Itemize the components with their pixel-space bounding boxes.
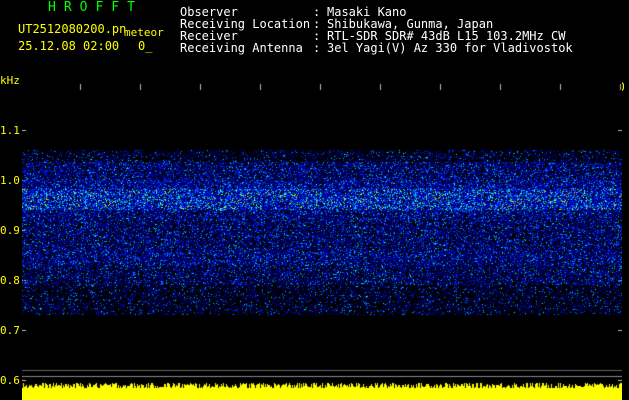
y-tick-label: 0.8 <box>0 274 20 287</box>
info-colon: : <box>313 41 321 55</box>
y-tick-label: 1.1 <box>0 124 20 137</box>
y-axis-unit: kHz <box>0 74 20 87</box>
meteor-count: 0_ <box>138 39 153 53</box>
file-name: UT2512080200.pn <box>18 22 127 36</box>
spectrogram-canvas <box>22 70 622 400</box>
y-tick-label: 0.7 <box>0 324 20 337</box>
info-label-antenna: Receiving Antenna <box>180 41 303 55</box>
y-tick-label: 0.6 <box>0 374 20 387</box>
meteor-label: meteor <box>124 26 164 39</box>
app-title: HROFFT <box>48 0 143 15</box>
y-tick-label: 1.0 <box>0 174 20 187</box>
y-tick-label: 0.9 <box>0 224 20 237</box>
info-value-antenna: 3el Yagi(V) Az 330 for Vladivostok <box>327 41 573 55</box>
datetime-label: 25.12.08 02:00 <box>18 39 120 53</box>
